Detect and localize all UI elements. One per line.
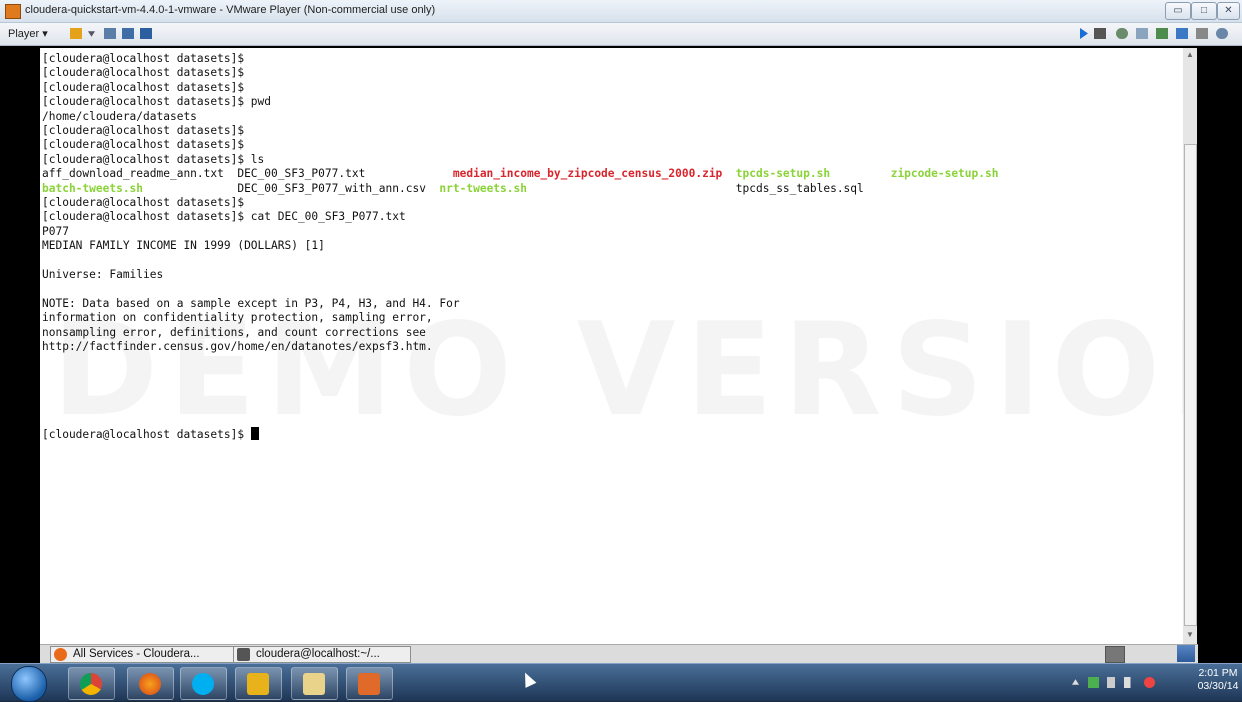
show-desktop-icon[interactable] xyxy=(1105,646,1125,663)
scroll-down-arrow[interactable]: ▼ xyxy=(1183,630,1197,642)
signal-icon[interactable] xyxy=(1124,677,1135,688)
cd-drive-icon[interactable] xyxy=(1116,28,1128,39)
ls-entry-green: batch-tweets.sh xyxy=(42,181,144,195)
scroll-up-arrow[interactable]: ▲ xyxy=(1183,50,1197,62)
unity-icon[interactable] xyxy=(122,28,134,39)
clock-time: 2:01 PM xyxy=(1198,667,1238,679)
close-button[interactable]: ✕ xyxy=(1217,2,1240,20)
vmware-player-icon xyxy=(5,4,21,19)
ls-entry: tpcds_ss_tables.sql xyxy=(526,181,864,195)
terminal-line: [cloudera@localhost datasets]$ pwd xyxy=(42,95,272,109)
ls-entry-green: zipcode-setup.sh xyxy=(890,167,999,181)
guest-task-firefox[interactable]: All Services - Cloudera... xyxy=(50,646,252,663)
terminal-output: [cloudera@localhost datasets]$ [cloudera… xyxy=(42,52,998,442)
terminal-line: [cloudera@localhost datasets]$ xyxy=(42,52,245,65)
file-explorer-icon xyxy=(303,673,325,695)
tray-expand-icon[interactable] xyxy=(1072,679,1079,685)
player-toolbar: Player ▾ xyxy=(0,23,1242,46)
terminal-line: [cloudera@localhost datasets]$ xyxy=(42,124,245,138)
window-title: cloudera-quickstart-vm-4.4.0-1-vmware - … xyxy=(25,4,436,16)
guest-taskbar: All Services - Cloudera... cloudera@loca… xyxy=(40,644,1198,663)
terminal-line: /home/cloudera/datasets xyxy=(42,109,197,123)
display-icon[interactable] xyxy=(1196,28,1208,39)
firefox-icon xyxy=(54,648,67,661)
vmware-icon xyxy=(247,673,269,695)
explorer-taskbar-button[interactable] xyxy=(291,667,338,700)
terminal-line: [cloudera@localhost datasets]$ xyxy=(42,196,245,210)
terminal-cursor xyxy=(250,426,259,440)
clock[interactable]: 2:01 PM 03/30/14 xyxy=(1196,667,1240,693)
tray-app-icon[interactable] xyxy=(1088,677,1099,688)
pause-icon[interactable] xyxy=(70,28,82,39)
terminal-line: [cloudera@localhost datasets]$ xyxy=(42,66,245,80)
terminal-window[interactable]: DEMO VERSION [cloudera@localhost dataset… xyxy=(40,48,1183,644)
guest-task-label: All Services - Cloudera... xyxy=(73,648,200,660)
terminal-line: Universe: Families xyxy=(42,268,164,282)
battery-icon[interactable] xyxy=(1107,677,1115,688)
terminal-line: NOTE: Data based on a sample except in P… xyxy=(42,296,460,310)
message-icon[interactable] xyxy=(1216,28,1228,39)
maximize-button[interactable]: □ xyxy=(1191,2,1217,20)
floppy-icon[interactable] xyxy=(1136,28,1148,39)
terminal-line: MEDIAN FAMILY INCOME IN 1999 (DOLLARS) [… xyxy=(42,239,325,253)
app-taskbar-button[interactable] xyxy=(346,667,393,700)
volume-muted-icon[interactable] xyxy=(1144,677,1155,688)
scrollbar-thumb[interactable] xyxy=(1184,144,1197,626)
windows-start-icon[interactable] xyxy=(11,666,47,702)
terminal-prompt: [cloudera@localhost datasets]$ xyxy=(42,427,251,441)
ls-entry: aff_download_readme_ann.txt xyxy=(42,167,238,181)
host-taskbar: 2:01 PM 03/30/14 xyxy=(0,663,1242,702)
player-menu[interactable]: Player ▾ xyxy=(8,27,48,40)
clock-date: 03/30/14 xyxy=(1197,680,1239,692)
terminal-line: [cloudera@localhost datasets]$ xyxy=(42,138,245,152)
terminal-icon xyxy=(237,648,250,661)
ls-entry: DEC_00_SF3_P077_with_ann.csv xyxy=(143,181,440,195)
firefox-taskbar-button[interactable] xyxy=(127,667,174,700)
mouse-pointer-icon xyxy=(519,670,537,688)
guest-task-label: cloudera@localhost:~/... xyxy=(256,648,380,660)
network-icon[interactable] xyxy=(104,28,116,39)
ls-entry: DEC_00_SF3_P077.txt xyxy=(237,167,453,181)
skype-icon xyxy=(192,673,214,695)
fullscreen-icon[interactable] xyxy=(140,28,152,39)
terminal-line: [cloudera@localhost datasets]$ xyxy=(42,80,245,94)
hard-disk-icon[interactable] xyxy=(1094,28,1106,39)
chrome-taskbar-button[interactable] xyxy=(68,667,115,700)
chrome-icon xyxy=(80,673,102,695)
firefox-icon xyxy=(139,673,161,695)
chevron-down-icon[interactable] xyxy=(88,31,95,37)
ls-entry xyxy=(722,167,735,180)
terminal-line: [cloudera@localhost datasets]$ cat DEC_0… xyxy=(42,210,406,224)
guest-task-terminal[interactable]: cloudera@localhost:~/... xyxy=(233,646,411,663)
window-titlebar: cloudera-quickstart-vm-4.4.0-1-vmware - … xyxy=(0,0,1242,23)
terminal-line: http://factfinder.census.gov/home/en/dat… xyxy=(42,340,433,354)
terminal-line: nonsampling error, definitions, and coun… xyxy=(42,325,426,339)
terminal-scrollbar[interactable]: ▲ ▼ xyxy=(1183,48,1197,644)
expand-arrow-icon[interactable] xyxy=(1080,28,1088,39)
terminal-line: P077 xyxy=(42,224,69,238)
ls-entry-green: tpcds-setup.sh xyxy=(735,167,831,181)
app-icon xyxy=(358,673,380,695)
vmware-taskbar-button[interactable] xyxy=(235,667,282,700)
terminal-line: information on confidentiality protectio… xyxy=(42,311,433,325)
ls-entry-green: nrt-tweets.sh xyxy=(439,181,527,195)
terminal-line: [cloudera@localhost datasets]$ ls xyxy=(42,152,265,166)
usb-icon[interactable] xyxy=(1176,28,1188,39)
ls-entry xyxy=(830,167,891,180)
ls-entry-red: median_income_by_zipcode_census_2000.zip xyxy=(452,167,723,181)
network-adapter-icon[interactable] xyxy=(1156,28,1168,39)
minimize-button[interactable]: ▭ xyxy=(1165,2,1191,20)
skype-taskbar-button[interactable] xyxy=(180,667,227,700)
workspace-switcher-icon[interactable] xyxy=(1177,645,1195,662)
